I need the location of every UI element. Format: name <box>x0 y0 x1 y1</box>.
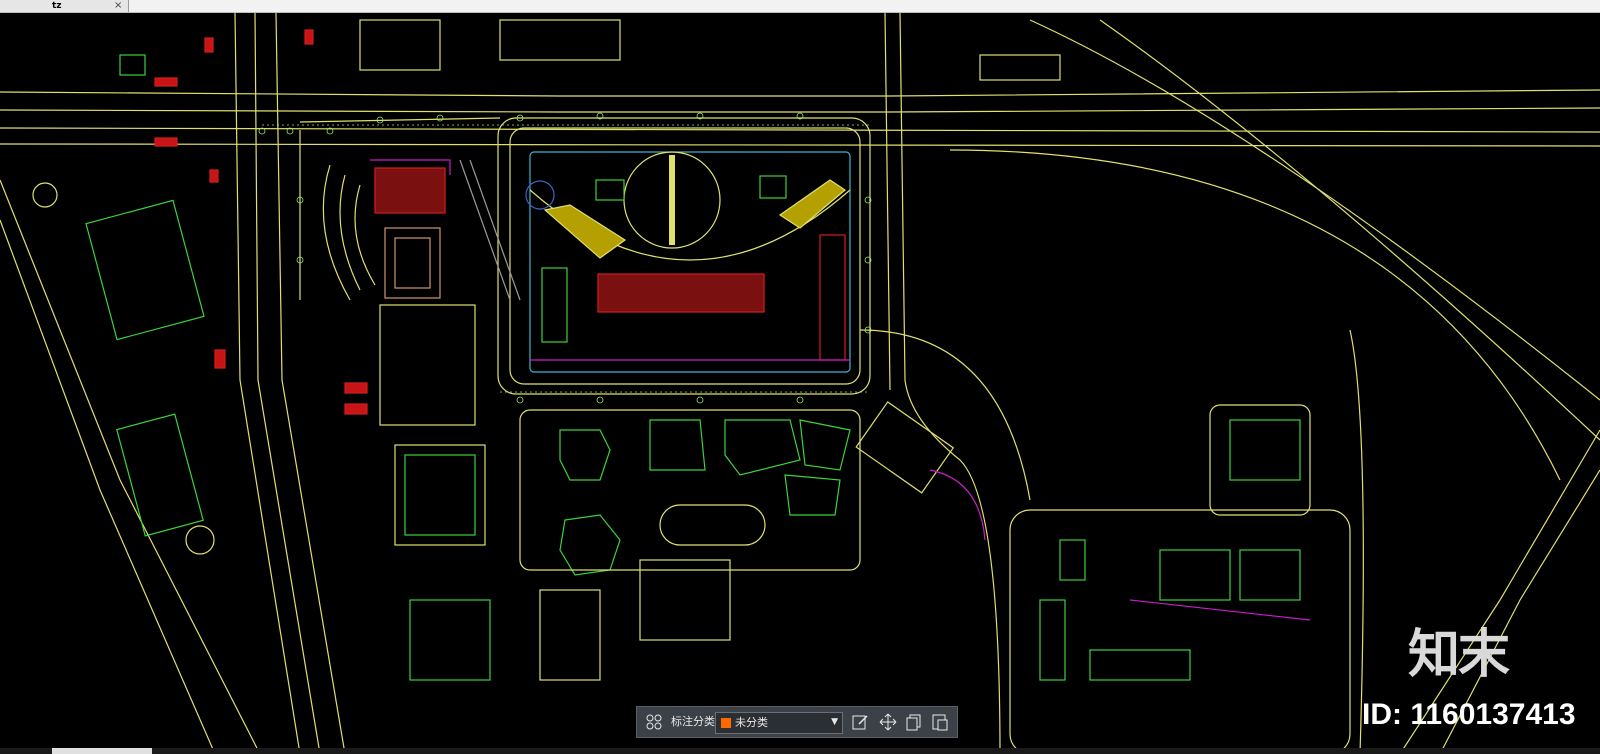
red-markers <box>154 29 368 415</box>
close-icon[interactable]: × <box>114 0 122 12</box>
document-tab-title: tz <box>52 1 62 11</box>
category-selected-value: 未分类 <box>735 716 768 729</box>
paste-icon[interactable] <box>929 711 951 733</box>
main-building <box>525 151 851 373</box>
annotation-toolbar: 标注分类 未分类 ▼ <box>636 706 958 738</box>
category-color-swatch <box>721 718 731 728</box>
road-markings <box>929 469 1311 621</box>
west-plaza <box>322 159 521 301</box>
category-dropdown[interactable]: 未分类 ▼ <box>715 712 843 734</box>
watermark-logo: 知末 <box>1408 625 1510 685</box>
document-tab-bar: tz × <box>0 0 1600 13</box>
status-bar-segment <box>52 748 152 754</box>
move-icon[interactable] <box>877 711 899 733</box>
grid-icon[interactable] <box>643 711 665 733</box>
copy-icon[interactable] <box>903 711 925 733</box>
edit-icon[interactable] <box>849 711 871 733</box>
chevron-down-icon: ▼ <box>831 717 838 727</box>
status-bar <box>0 748 1600 754</box>
watermark-id: ID: 1160137413 <box>1362 698 1576 731</box>
cad-drawing-canvas[interactable] <box>0 13 1600 754</box>
category-label: 标注分类 <box>671 715 715 728</box>
document-tab[interactable]: tz × <box>0 0 129 12</box>
